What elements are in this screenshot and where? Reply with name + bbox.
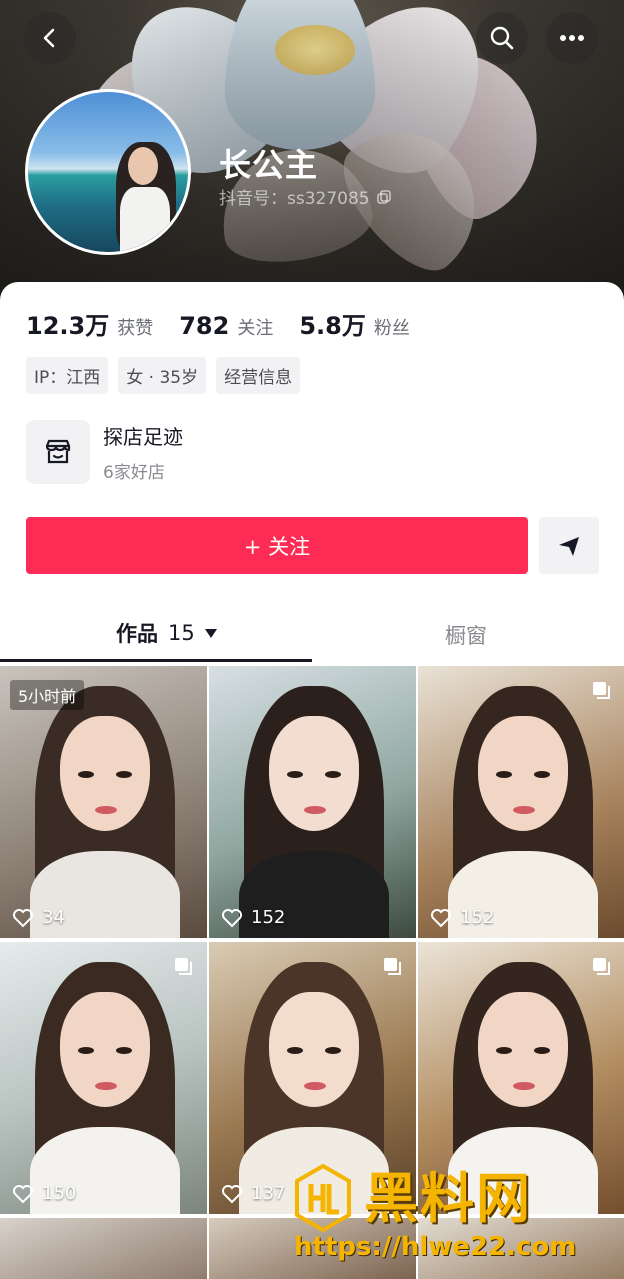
multi-photo-icon (175, 958, 192, 975)
tab-works[interactable]: 作品 15 (116, 618, 217, 648)
content-tabs: 作品 15 橱窗 (0, 612, 624, 664)
time-badge: 5小时前 (10, 680, 85, 710)
shop-visits-entry[interactable]: 探店足迹 6家好店 (26, 420, 183, 484)
account-id: 抖音号：ss327085 (219, 189, 370, 209)
send-icon (559, 536, 579, 556)
tab-active-indicator (0, 659, 312, 662)
like-count-value: 152 (251, 907, 286, 928)
stat-following[interactable]: 782 关注 (179, 312, 273, 340)
video-tile[interactable] (0, 1218, 207, 1279)
tab-works-label: 作品 (116, 622, 158, 646)
account-id-row[interactable]: 抖音号：ss327085 (219, 184, 392, 209)
stat-value: 12.3万 (26, 312, 110, 340)
back-button[interactable] (24, 12, 76, 64)
video-tile[interactable]: 5小时前 34 (0, 666, 207, 938)
like-count: 34 (12, 907, 65, 928)
heart-icon (222, 908, 242, 927)
stat-value: 782 (179, 312, 230, 340)
stat-label: 关注 (237, 318, 274, 339)
video-tile[interactable]: 152 (418, 666, 624, 938)
heart-icon (13, 908, 33, 927)
like-count-value: 137 (251, 1183, 286, 1204)
multi-photo-icon (593, 958, 610, 975)
store-icon (45, 439, 71, 464)
avatar[interactable] (25, 89, 191, 255)
heart-icon (13, 1184, 33, 1203)
like-count: 150 (12, 1183, 76, 1204)
like-count: 137 (221, 1183, 285, 1204)
shop-title: 探店足迹 (103, 425, 183, 449)
stats-row: 12.3万 获赞 782 关注 5.8万 粉丝 (26, 306, 436, 341)
like-count: 152 (221, 907, 285, 928)
video-tile[interactable]: 150 (0, 942, 207, 1214)
more-dots-icon (560, 35, 584, 41)
stat-likes[interactable]: 12.3万 获赞 (26, 306, 153, 341)
tab-window[interactable]: 橱窗 (445, 620, 487, 650)
tab-works-count: 15 (168, 621, 195, 645)
stat-followers[interactable]: 5.8万 粉丝 (299, 306, 410, 341)
multi-photo-icon (593, 682, 610, 699)
search-button[interactable] (476, 12, 528, 64)
more-button[interactable] (546, 12, 598, 64)
tag-gender-age: 女 · 35岁 (118, 357, 207, 394)
watermark: 黑料网 https://hlwe22.com (294, 1148, 624, 1279)
shop-icon-container (26, 420, 90, 484)
follow-button[interactable]: + 关注 (26, 517, 528, 574)
stat-label: 粉丝 (373, 318, 410, 339)
multi-photo-icon (384, 958, 401, 975)
watermark-url: https://hlwe22.com (294, 1232, 577, 1262)
tag-business-info[interactable]: 经营信息 (216, 357, 301, 394)
heart-icon (431, 908, 451, 927)
chevron-left-icon (43, 28, 55, 48)
video-tile[interactable]: 152 (209, 666, 416, 938)
profile-tags: IP：江西 女 · 35岁 经营信息 (26, 357, 301, 394)
follow-label: + 关注 (243, 534, 311, 559)
like-count-value: 152 (460, 907, 495, 928)
search-icon (490, 26, 514, 50)
share-button[interactable] (539, 517, 599, 574)
caret-down-icon (204, 628, 217, 638)
stat-value: 5.8万 (299, 312, 366, 340)
watermark-title: 黑料网 (364, 1167, 532, 1230)
shop-subtitle: 6家好店 (103, 463, 165, 483)
like-count: 152 (430, 907, 494, 928)
profile-name: 长公主 (219, 146, 319, 184)
watermark-logo-icon (295, 1164, 351, 1232)
like-count-value: 34 (42, 907, 65, 928)
like-count-value: 150 (42, 1183, 77, 1204)
copy-icon[interactable] (376, 189, 392, 205)
tag-ip: IP：江西 (26, 357, 109, 394)
stat-label: 获赞 (117, 318, 154, 339)
heart-icon (222, 1184, 242, 1203)
